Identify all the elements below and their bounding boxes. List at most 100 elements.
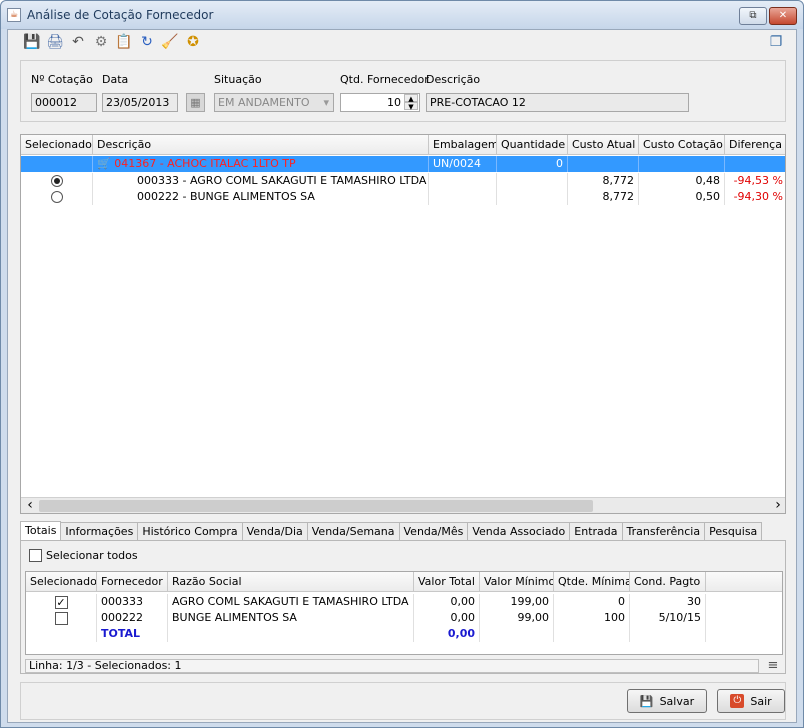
cotacao-field: 000012 — [31, 93, 97, 112]
row-checkbox[interactable]: ✓ — [54, 596, 68, 609]
col-quantidade[interactable]: Quantidade — [497, 135, 568, 155]
totals-panel: Selecionar todos Selecionado Fornecedor … — [20, 540, 786, 674]
data-field[interactable]: 23/05/2013 — [102, 93, 178, 112]
java-app-icon: ☕ — [7, 8, 21, 22]
col-descricao[interactable]: Descrição — [93, 135, 429, 155]
close-button[interactable]: ✕ — [769, 7, 797, 25]
cascade-windows-icon[interactable]: ❐ — [766, 32, 786, 52]
select-radio[interactable] — [50, 175, 63, 187]
custo-cotacao[interactable]: 0,48 — [639, 173, 725, 189]
col-valor-minimo[interactable]: Valor Mínimo — [480, 572, 554, 592]
row-checkbox[interactable] — [54, 612, 68, 625]
diferenca: -94,30 % — [733, 190, 783, 203]
coins-icon[interactable]: ✪ — [183, 32, 203, 52]
table-row[interactable]: 000333 - AGRO COML SAKAGUTI E TAMASHIRO … — [21, 173, 785, 189]
tab-venda-semana[interactable]: Venda/Semana — [306, 522, 400, 540]
tab-totais[interactable]: Totais — [20, 521, 62, 540]
select-radio[interactable] — [50, 191, 63, 203]
table-row[interactable]: 000222 - BUNGE ALIMENTOS SA 8,772 0,50 -… — [21, 189, 785, 205]
scroll-thumb[interactable] — [39, 500, 593, 512]
col-razao-social[interactable]: Razão Social — [168, 572, 414, 592]
col-embalagem[interactable]: Embalagem — [429, 135, 497, 155]
refresh-icon[interactable]: ↻ — [137, 32, 157, 52]
menu-lines-icon[interactable]: ≡ — [765, 659, 781, 673]
quotation-grid: Selecionado Descrição Embalagem Quantida… — [20, 134, 786, 514]
tab-historico-compra[interactable]: Histórico Compra — [137, 522, 243, 540]
diferenca: -94,53 % — [733, 174, 783, 187]
horizontal-scrollbar[interactable]: ‹ › — [21, 497, 785, 513]
product-quantidade: 0 — [497, 156, 568, 172]
qtd-fornecedor-value: 10 — [387, 96, 401, 109]
undo-icon[interactable]: ↶ — [68, 32, 88, 52]
situacao-label: Situação — [214, 73, 262, 86]
valor-total: 0,00 — [414, 594, 480, 610]
broom-icon[interactable]: 🧹 — [160, 32, 180, 52]
window-title: Análise de Cotação Fornecedor — [27, 8, 214, 22]
tab-venda-mes[interactable]: Venda/Mês — [398, 522, 469, 540]
valor-minimo: 99,00 — [480, 610, 554, 626]
gear-icon[interactable]: ⚙ — [91, 32, 111, 52]
button-bar: 💾 Salvar ⏻ Sair — [20, 682, 786, 720]
scroll-right-icon[interactable]: › — [771, 498, 785, 513]
col-cond-pagto[interactable]: Cond. Pagto — [630, 572, 706, 592]
col-selecionado[interactable]: Selecionado — [21, 135, 93, 155]
restore-button[interactable]: ⧉ — [739, 7, 767, 25]
col-custo-atual[interactable]: Custo Atual — [568, 135, 639, 155]
table-row[interactable]: ✓ 000333 AGRO COML SAKAGUTI E TAMASHIRO … — [26, 594, 706, 610]
totals-grid: Selecionado Fornecedor Razão Social Valo… — [25, 571, 783, 655]
descricao-field: PRE-COTACAO 12 — [426, 93, 689, 112]
qtde-minima: 100 — [554, 610, 630, 626]
salvar-button[interactable]: 💾 Salvar — [627, 689, 707, 713]
tab-venda-associado[interactable]: Venda Associado — [467, 522, 571, 540]
save-icon: 💾 — [639, 694, 654, 708]
cart-icon: 🛒 — [97, 157, 111, 170]
table-row[interactable]: 000222 BUNGE ALIMENTOS SA 0,00 99,00 100… — [26, 610, 706, 626]
data-label: Data — [102, 73, 129, 86]
col-selecionado[interactable]: Selecionado — [26, 572, 97, 592]
calendar-icon[interactable]: ▦ — [186, 93, 205, 112]
tab-entrada[interactable]: Entrada — [569, 522, 623, 540]
custo-cotacao[interactable]: 0,50 — [639, 189, 725, 205]
fornecedor-code: 000333 — [97, 594, 168, 610]
cond-pagto: 30 — [630, 594, 706, 610]
chevron-down-icon: ▾ — [323, 96, 329, 109]
grid-header: Selecionado Descrição Embalagem Quantida… — [21, 135, 785, 155]
product-description: 🛒 041367 - ACHOC ITALAC 1LTO TP — [93, 156, 429, 172]
spin-up-icon[interactable]: ▲ — [404, 94, 418, 103]
spin-down-icon[interactable]: ▼ — [404, 102, 418, 111]
cotacao-label: Nº Cotação — [31, 73, 93, 86]
custo-atual: 8,772 — [568, 173, 639, 189]
razao-social: AGRO COML SAKAGUTI E TAMASHIRO LTDA ME — [168, 594, 414, 610]
situacao-value: EM ANDAMENTO — [218, 96, 310, 109]
tab-venda-dia[interactable]: Venda/Dia — [241, 522, 308, 540]
report-icon[interactable]: 📋 — [114, 32, 134, 52]
detail-tabs: Totais Informações Histórico Compra Vend… — [20, 521, 763, 540]
custo-atual: 8,772 — [568, 189, 639, 205]
sair-label: Sair — [750, 694, 772, 708]
print-icon[interactable]: 🖨 — [45, 32, 65, 52]
product-embalagem: UN/0024 — [429, 156, 497, 172]
total-label: TOTAL — [97, 626, 168, 642]
sair-button[interactable]: ⏻ Sair — [717, 689, 785, 713]
razao-social: BUNGE ALIMENTOS SA — [168, 610, 414, 626]
supplier-description: 000333 - AGRO COML SAKAGUTI E TAMASHIRO … — [93, 173, 429, 189]
fornecedor-code: 000222 — [97, 610, 168, 626]
tab-informacoes[interactable]: Informações — [60, 522, 139, 540]
col-fornecedor[interactable]: Fornecedor — [97, 572, 168, 592]
qtd-fornecedor-stepper[interactable]: 10 ▲ ▼ — [340, 93, 420, 112]
col-valor-total[interactable]: Valor Total — [414, 572, 480, 592]
tab-pesquisa[interactable]: Pesquisa — [704, 522, 763, 540]
col-diferenca[interactable]: Diferença — [725, 135, 785, 155]
situacao-select[interactable]: EM ANDAMENTO ▾ — [214, 93, 334, 112]
valor-minimo: 199,00 — [480, 594, 554, 610]
status-bar: Linha: 1/3 - Selecionados: 1 — [25, 659, 759, 673]
select-all-checkbox[interactable]: Selecionar todos — [29, 549, 138, 562]
qtde-minima: 0 — [554, 594, 630, 610]
col-custo-cotacao[interactable]: Custo Cotação — [639, 135, 725, 155]
col-qtde-minima[interactable]: Qtde. Mínima — [554, 572, 630, 592]
save-icon[interactable]: 💾 — [22, 32, 42, 52]
tab-transferencia[interactable]: Transferência — [621, 522, 706, 540]
scroll-left-icon[interactable]: ‹ — [23, 498, 37, 513]
product-row[interactable]: 🛒 041367 - ACHOC ITALAC 1LTO TP UN/0024 … — [21, 156, 785, 172]
toolbar: 💾 🖨 ↶ ⚙ 📋 ↻ 🧹 ✪ — [22, 32, 203, 54]
